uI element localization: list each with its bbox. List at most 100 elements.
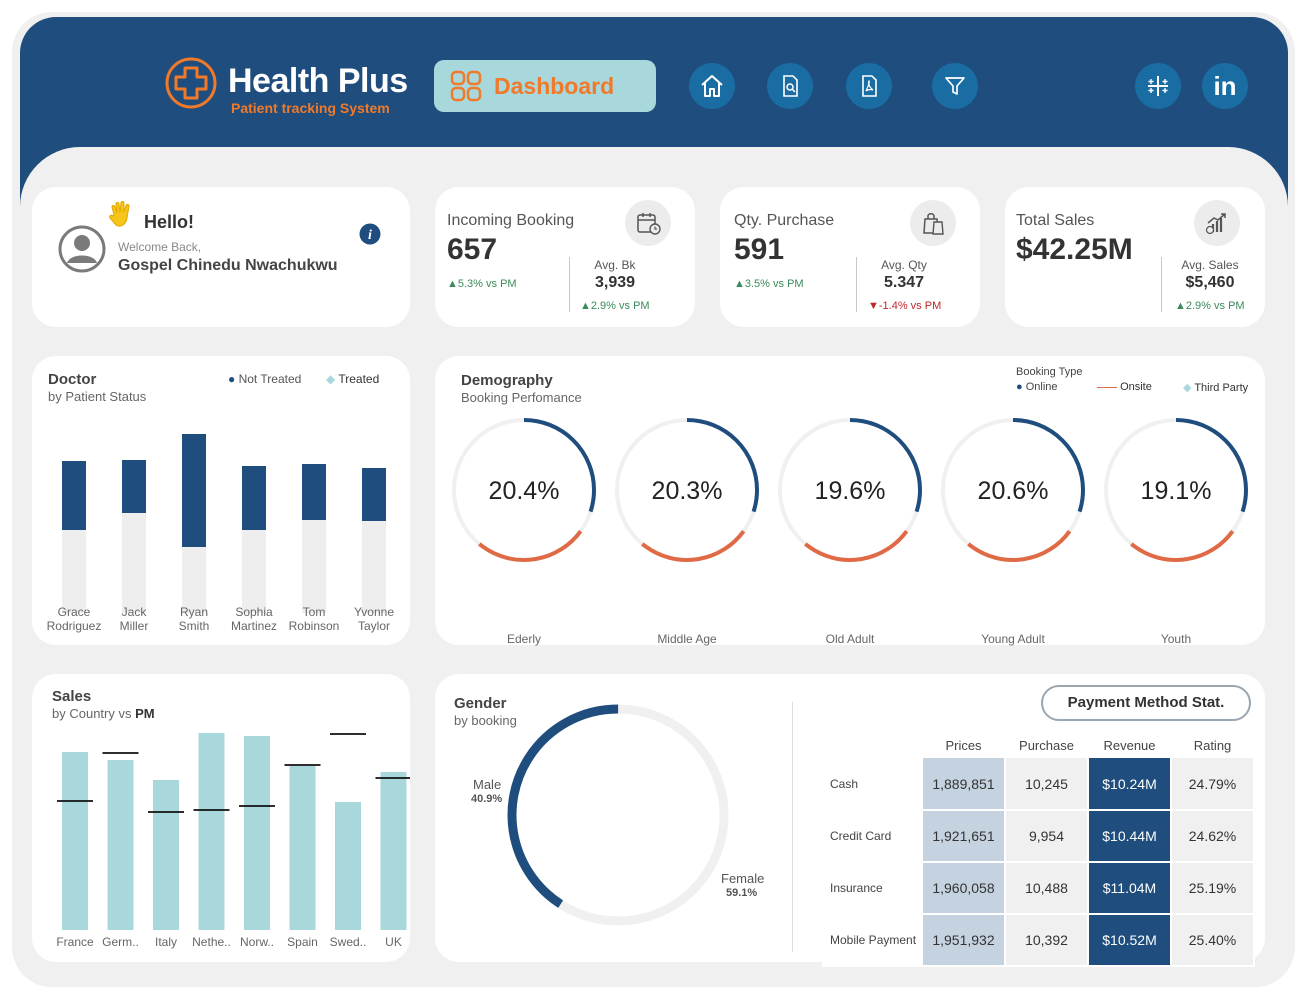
cell-purchase: 10,488 xyxy=(1005,862,1089,915)
sales-country-card: Sales by Country vs PM France Germ.. Italy… xyxy=(32,674,410,962)
brand-name: Health Plus xyxy=(228,62,408,100)
cell-prices: 1,960,058 xyxy=(922,862,1006,915)
bar-not-treated xyxy=(362,468,386,521)
cell-rating: 25.19% xyxy=(1171,862,1255,915)
x-tick-label: Yvonne Taylor xyxy=(342,605,406,633)
doctor-bar-chart xyxy=(62,434,386,613)
avg-bk-change: ▲2.9% vs PM xyxy=(580,300,650,312)
cell-revenue: $10.44M xyxy=(1088,810,1172,863)
donut-category-label: Young Adult xyxy=(981,632,1045,646)
cell-revenue: $11.04M xyxy=(1088,862,1172,915)
user-name: Gospel Chinedu Nwachukwu xyxy=(118,257,338,274)
bar-treated xyxy=(242,530,266,613)
x-tick-label: Jack Miller xyxy=(102,605,166,633)
pdf-button[interactable] xyxy=(846,63,892,109)
avg-sales-change: ▲2.9% vs PM xyxy=(1175,300,1245,312)
cell-purchase: 10,392 xyxy=(1005,914,1089,967)
header-rating: Rating xyxy=(1193,737,1232,753)
avatar xyxy=(58,225,106,273)
bar-treated xyxy=(122,513,146,613)
x-tick-label: Norw.. xyxy=(239,935,274,949)
avg-qty-change: ▼-1.4% vs PM xyxy=(868,300,942,312)
x-tick-label: Swed.. xyxy=(329,935,367,949)
report-button[interactable] xyxy=(767,63,813,109)
linkedin-button[interactable]: in xyxy=(1202,63,1248,109)
x-tick-label-line: Robinson xyxy=(288,619,340,633)
x-tick-label: Nethe.. xyxy=(192,935,231,949)
payment-method-title[interactable]: Payment Method Stat. xyxy=(1041,685,1251,721)
payment-table: Prices Purchase Revenue Rating Cash 1,88… xyxy=(822,732,1255,967)
qty-purchase-title: Qty. Purchase xyxy=(734,212,835,229)
bar-treated xyxy=(362,521,386,613)
section-divider xyxy=(792,702,793,952)
grid-icon xyxy=(450,70,482,102)
sales-bar xyxy=(62,752,88,930)
total-sales-title: Total Sales xyxy=(1016,212,1095,229)
dashboard-button[interactable]: Dashboard xyxy=(434,60,656,112)
x-tick-label: UK xyxy=(385,935,402,949)
x-tick-label: Spain xyxy=(287,935,318,949)
x-tick-label-line: Yvonne xyxy=(353,605,395,619)
report-icon xyxy=(783,75,798,97)
x-tick-label-line: Taylor xyxy=(357,619,390,633)
header-purchase: Purchase xyxy=(1019,737,1074,753)
dashboard-label: Dashboard xyxy=(494,72,615,99)
payment-header-row: Prices Purchase Revenue Rating xyxy=(822,732,1254,758)
filter-button[interactable] xyxy=(932,63,978,109)
bar-not-treated xyxy=(302,464,326,520)
linkedin-icon: in xyxy=(1213,70,1237,101)
cell-prices: 1,921,651 xyxy=(922,810,1006,863)
sales-bar xyxy=(244,736,270,930)
donut-percent: 20.3% xyxy=(652,477,723,505)
bar-treated xyxy=(182,547,206,613)
sales-bar xyxy=(198,733,225,930)
tableau-button[interactable] xyxy=(1135,63,1181,109)
table-row: Mobile Payment 1,951,932 10,392 $10.52M … xyxy=(822,914,1255,967)
incoming-booking-value: 657 xyxy=(447,233,498,266)
sales-bar-chart xyxy=(57,733,410,930)
table-row: Cash 1,889,851 10,245 $10.24M 24.79% xyxy=(822,758,1255,811)
avg-bk-value: 3,939 xyxy=(594,274,636,291)
donut-percent: 19.6% xyxy=(815,477,886,505)
total-sales-value: $42.25M xyxy=(1016,233,1133,266)
sales-bar xyxy=(289,766,316,930)
donut-category-label: Middle Age xyxy=(657,632,717,646)
x-tick-label: Sophia Martinez xyxy=(222,605,286,633)
header-empty xyxy=(822,732,922,758)
row-method: Mobile Payment xyxy=(822,914,923,967)
incoming-booking-title: Incoming Booking xyxy=(447,212,575,229)
waving-hand-icon xyxy=(109,201,130,227)
row-method: Cash xyxy=(822,758,923,811)
avg-qty-label: Avg. Qty xyxy=(881,258,927,272)
male-label: Male xyxy=(473,777,502,792)
header-prices: Prices xyxy=(945,737,982,753)
greeting-text: Hello! xyxy=(144,212,195,232)
info-icon[interactable]: i xyxy=(359,223,381,245)
health-cross-logo-icon xyxy=(165,57,217,109)
avg-sales-value: $5,460 xyxy=(1185,274,1235,291)
cell-revenue: $10.24M xyxy=(1088,758,1172,811)
demography-donut-charts: 20.4% 20.3% 19.6% 20.6% 19.1% xyxy=(452,418,1248,562)
x-tick-label-line: Grace xyxy=(57,605,91,619)
x-tick-label-line: Tom xyxy=(302,605,326,619)
pdf-icon xyxy=(862,75,877,97)
cell-rating: 24.62% xyxy=(1171,810,1255,863)
row-method: Credit Card xyxy=(822,810,923,863)
donut-percent: 20.4% xyxy=(489,477,560,505)
female-label: Female xyxy=(721,871,765,886)
bar-treated xyxy=(62,530,86,613)
donut-category-label: Youth xyxy=(1160,632,1192,646)
bar-not-treated xyxy=(62,461,86,530)
donut-percent: 19.1% xyxy=(1141,477,1212,505)
donut-percent: 20.6% xyxy=(978,477,1049,505)
home-icon xyxy=(701,75,723,97)
table-row: Credit Card 1,921,651 9,954 $10.44M 24.6… xyxy=(822,810,1255,863)
sales-bar xyxy=(107,760,134,930)
cell-rating: 25.40% xyxy=(1171,914,1255,967)
x-tick-label: Italy xyxy=(154,935,177,949)
total-sales-card: Total Sales $42.25M Avg. Sales $5,460 ▲2… xyxy=(1005,187,1265,327)
sales-bar xyxy=(153,780,179,930)
x-tick-label-line: Miller xyxy=(119,619,149,633)
home-button[interactable] xyxy=(689,63,735,109)
bar-not-treated xyxy=(122,460,146,513)
